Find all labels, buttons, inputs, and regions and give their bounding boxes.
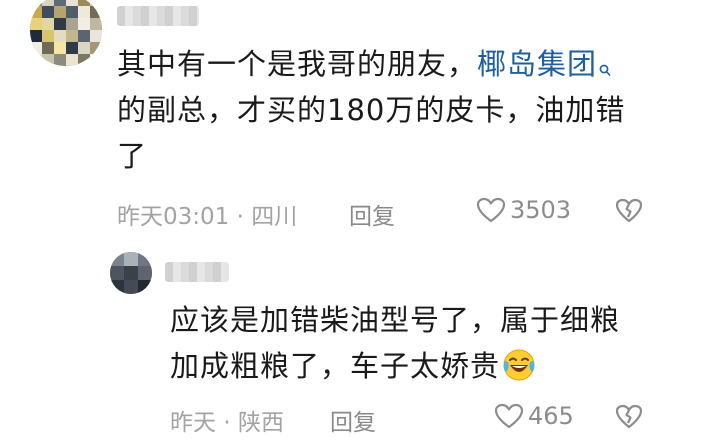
- broken-heart-icon: [615, 198, 643, 223]
- comment-text-segment: 其中有一个是我哥的朋友，: [117, 47, 478, 81]
- username[interactable]: [165, 262, 229, 282]
- broken-heart-icon: [615, 404, 643, 429]
- heart-icon: [494, 403, 524, 429]
- dislike-button[interactable]: [615, 198, 643, 227]
- topic-link[interactable]: 椰岛集团: [477, 47, 611, 81]
- comment-location: 四川: [251, 204, 298, 230]
- reply-button[interactable]: 回复: [349, 197, 395, 231]
- reply-text-line-1: 应该是加错柴油型号了，属于细粮: [170, 303, 621, 337]
- comment-time: 昨天03:01: [117, 204, 230, 230]
- laughing-crying-emoji: [502, 348, 536, 382]
- reply-button[interactable]: 回复: [330, 403, 376, 437]
- avatar[interactable]: [110, 252, 152, 294]
- search-icon: [599, 48, 611, 76]
- heart-icon: [476, 197, 506, 223]
- like-count: 3503: [510, 196, 572, 224]
- meta-separator: ·: [236, 204, 244, 230]
- like-button[interactable]: 3503: [476, 196, 571, 224]
- username[interactable]: [117, 6, 199, 26]
- reply-time: 昨天: [170, 410, 216, 436]
- topic-link-label: 椰岛集团: [477, 47, 598, 81]
- comment-thread: 其中有一个是我哥的朋友，椰岛集团 的副总，才买的180万的皮卡，油加错 了 昨天…: [0, 0, 717, 446]
- comment-meta: 昨天03:01 · 四川: [117, 197, 297, 231]
- comment-text-line-3: 了: [117, 139, 148, 173]
- avatar[interactable]: [30, 0, 102, 66]
- like-button[interactable]: 465: [494, 402, 574, 430]
- comment-text-line-2: 的副总，才买的180万的皮卡，油加错: [117, 93, 626, 127]
- reply-text-segment: 加成粗粮了，车子太娇贵: [170, 349, 501, 383]
- dislike-button[interactable]: [615, 404, 643, 433]
- reply-meta: 昨天 · 陕西: [170, 403, 284, 437]
- reply-text-line-2: 加成粗粮了，车子太娇贵: [170, 344, 536, 389]
- meta-separator: ·: [223, 410, 231, 436]
- like-count: 465: [528, 402, 574, 430]
- comment-text-line-1: 其中有一个是我哥的朋友，椰岛集团: [117, 42, 611, 87]
- reply-location: 陕西: [237, 410, 284, 436]
